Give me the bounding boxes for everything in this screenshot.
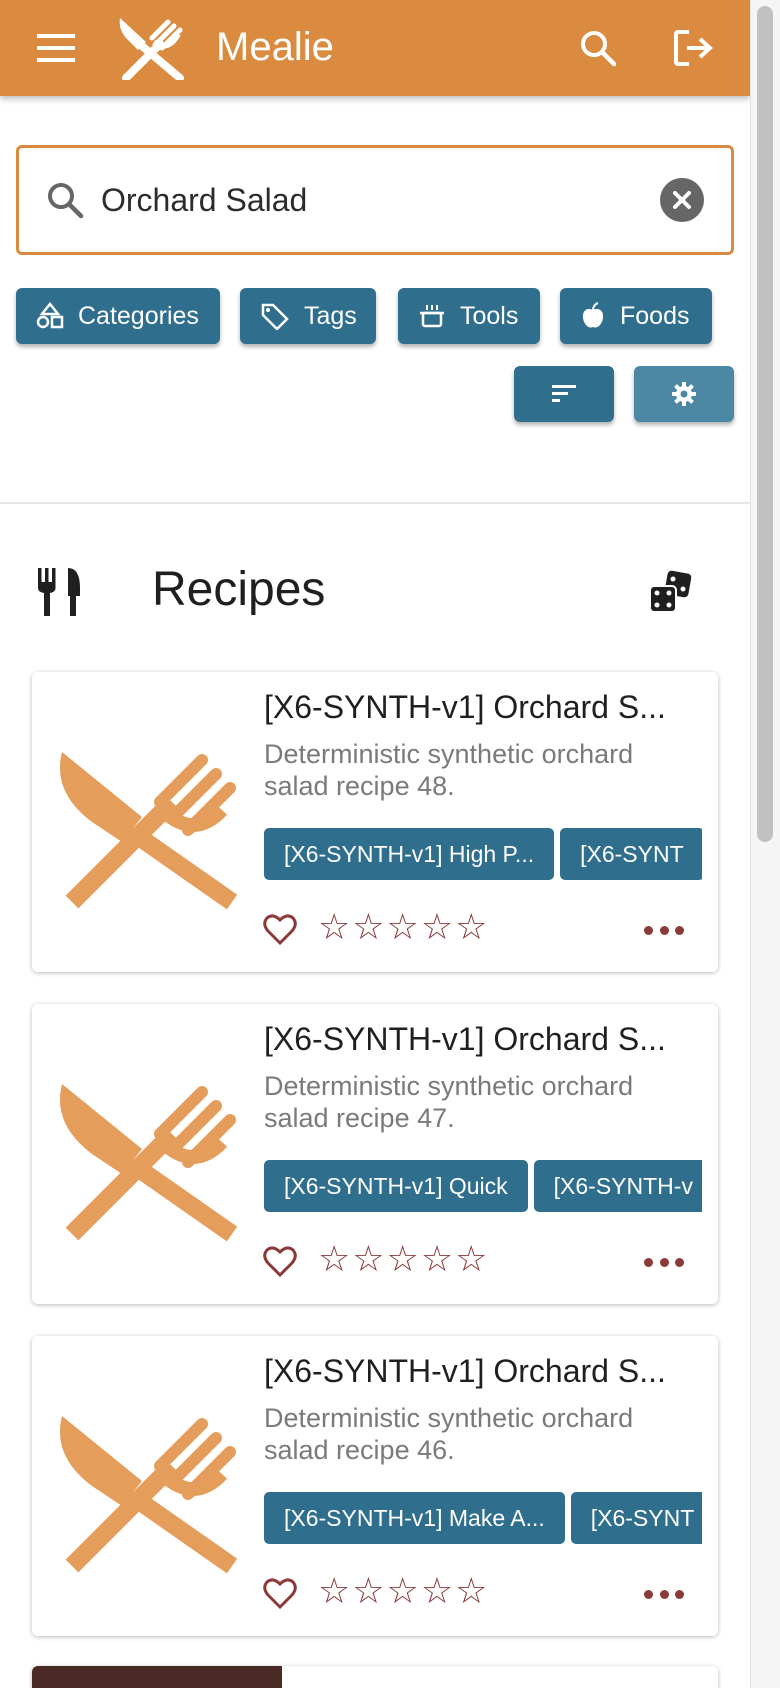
recipes-heading: Recipes [152,563,326,616]
more-options-button[interactable] [644,1582,684,1606]
recipe-tag-chip[interactable]: [X6-SYNTH-v [533,1160,702,1212]
search-icon [581,31,617,67]
recipe-card[interactable]: [X6-SYNTH-v1] Orchard S... Deterministic… [32,672,718,972]
foods-label: Foods [620,301,690,330]
tags-filter-button[interactable]: Tags [240,288,376,344]
recipe-tag-chip[interactable]: [X6-SYNTH-v1] Quick [264,1160,528,1212]
recipe-title[interactable]: [X6-SYNTH-v1] Orchard S... [264,1350,704,1392]
recipe-tags: [X6-SYNTH-v1] Make A... [X6-SYNT [264,1492,702,1544]
recipe-card-partial[interactable] [32,1666,718,1688]
shapes-icon [36,302,64,329]
silverware-icon [38,568,80,616]
tools-filter-button[interactable]: Tools [398,288,540,344]
foods-filter-button[interactable]: Foods [560,288,712,344]
recipe-tag-chip[interactable]: [X6-SYNT [560,828,702,880]
rating-stars[interactable]: ☆☆☆☆☆ [318,1240,489,1280]
random-dice-icon[interactable] [648,570,692,614]
more-options-button[interactable] [644,1250,684,1274]
categories-label: Categories [78,301,199,330]
search-input[interactable] [101,172,651,228]
mealie-logo-icon[interactable] [116,14,190,80]
tag-multiple-icon [261,303,289,330]
hamburger-menu-icon [37,34,75,62]
recipe-description: Deterministic synthetic orchard salad re… [264,739,634,801]
recipe-tag-chip[interactable]: [X6-SYNTH-v1] Make A... [264,1492,565,1544]
recipe-title[interactable]: [X6-SYNTH-v1] Orchard S... [264,686,704,728]
menu-button[interactable] [30,24,82,72]
recipe-placeholder-icon [60,1416,238,1574]
recipe-placeholder-icon [60,752,238,910]
tags-label: Tags [304,301,357,330]
clear-search-button[interactable] [660,178,704,222]
app-root: Mealie Orchard Salad Categories Tags Too… [0,0,750,1688]
settings-button[interactable] [634,366,734,422]
more-options-button[interactable] [644,918,684,942]
recipe-tag-chip[interactable]: [X6-SYNT [570,1492,702,1544]
appbar-search-button[interactable] [572,24,624,72]
recipe-tag-chip[interactable]: [X6-SYNTH-v1] High P... [264,828,555,880]
page-scrollbar[interactable] [750,0,780,1688]
favorite-heart-icon[interactable] [262,912,298,948]
favorite-heart-icon[interactable] [262,1244,298,1280]
gear-icon [672,382,696,406]
categories-filter-button[interactable]: Categories [16,288,220,344]
recipe-title[interactable]: [X6-SYNTH-v1] Orchard S... [264,1018,704,1060]
rating-stars[interactable]: ☆☆☆☆☆ [318,908,489,948]
app-title[interactable]: Mealie [216,22,334,72]
app-bar: Mealie [0,0,750,96]
recipe-card[interactable]: [X6-SYNTH-v1] Orchard S... Deterministic… [32,1336,718,1636]
favorite-heart-icon[interactable] [262,1576,298,1612]
close-icon [673,191,691,209]
apple-icon [582,302,604,328]
search-icon [48,183,84,219]
sort-icon [552,385,576,402]
recipe-tags: [X6-SYNTH-v1] Quick [X6-SYNTH-v [264,1160,702,1212]
recipe-image [32,1666,282,1688]
rating-stars[interactable]: ☆☆☆☆☆ [318,1572,489,1612]
recipe-tags: [X6-SYNTH-v1] High P... [X6-SYNT [264,828,702,880]
recipe-card[interactable]: [X6-SYNTH-v1] Orchard S... Deterministic… [32,1004,718,1304]
scrollbar-thumb[interactable] [757,6,773,842]
recipe-description: Deterministic synthetic orchard salad re… [264,1071,634,1133]
recipe-search-field[interactable] [16,145,734,255]
pot-icon [420,305,444,328]
logout-icon [674,30,713,66]
logout-button[interactable] [668,24,720,72]
recipe-placeholder-icon [60,1084,238,1242]
tools-label: Tools [460,301,519,330]
section-divider [0,502,750,504]
recipe-description: Deterministic synthetic orchard salad re… [264,1403,634,1465]
sort-button[interactable] [514,366,614,422]
